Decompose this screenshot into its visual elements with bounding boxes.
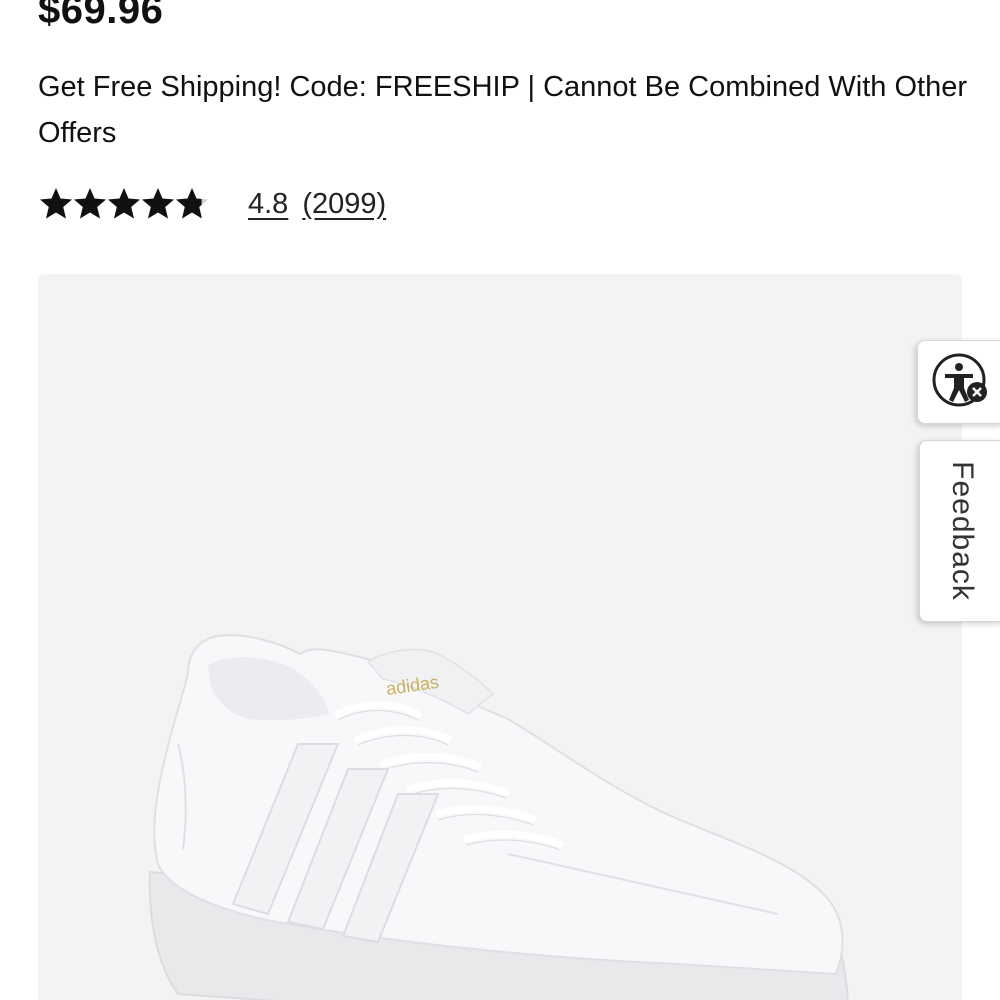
star-rating-icon: [40, 188, 208, 219]
product-image[interactable]: adidas: [38, 274, 962, 1000]
feedback-label: Feedback: [946, 461, 979, 601]
star-filled-group: [40, 188, 202, 219]
sneaker-image: adidas: [148, 634, 849, 1000]
rating-value-link[interactable]: 4.8: [248, 188, 288, 221]
accessibility-icon: [932, 353, 987, 407]
star-rating: [38, 186, 210, 222]
review-count-link[interactable]: (2099): [302, 188, 386, 221]
accessibility-button[interactable]: [917, 340, 1000, 424]
promo-text: Get Free Shipping! Code: FREESHIP | Cann…: [38, 71, 967, 149]
product-page: $69.96 Get Free Shipping! Code: FREESHIP…: [0, 0, 1000, 1000]
rating-row: 4.8 (2099): [38, 180, 386, 228]
product-price: $69.96: [38, 0, 164, 32]
feedback-tab[interactable]: Feedback: [919, 440, 1000, 622]
